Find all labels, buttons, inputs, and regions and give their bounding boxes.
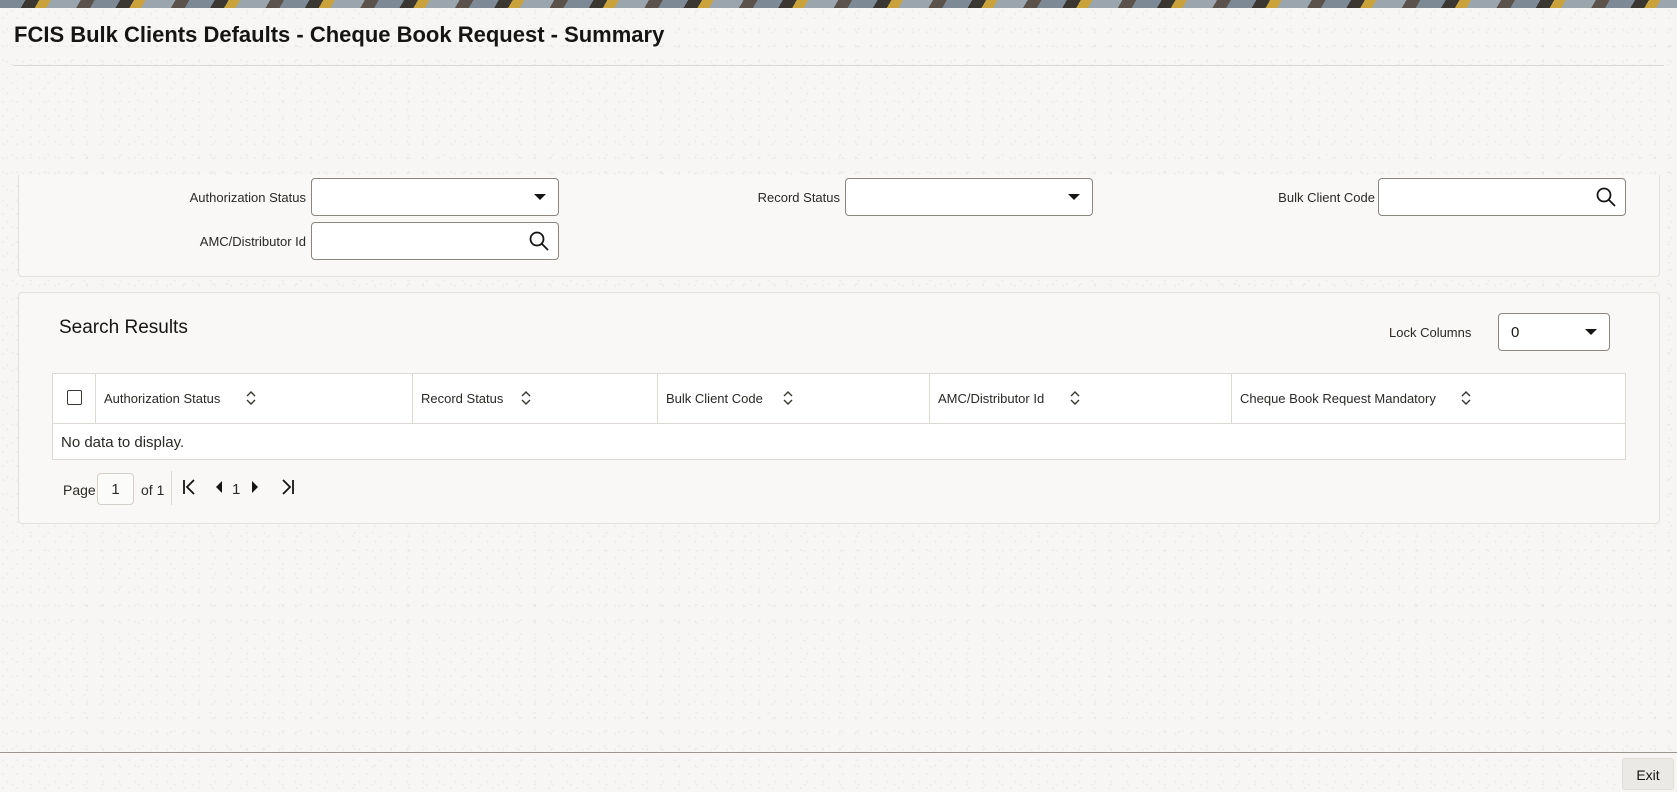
bulk-client-code-label: Bulk Client Code bbox=[1278, 190, 1375, 205]
header-banner bbox=[0, 0, 1677, 8]
record-status-select[interactable] bbox=[845, 178, 1093, 216]
footer-divider bbox=[0, 752, 1677, 753]
title-divider bbox=[14, 65, 1664, 66]
column-header-label: Cheque Book Request Mandatory bbox=[1240, 391, 1436, 406]
search-criteria-panel: Authorization Status Record Status Bulk … bbox=[18, 175, 1660, 277]
empty-table-message: No data to display. bbox=[61, 434, 185, 451]
page-label: Page bbox=[63, 482, 96, 498]
table-header-row: Authorization Status Record Status Bulk … bbox=[53, 374, 1625, 424]
column-header-label: Bulk Client Code bbox=[666, 391, 763, 406]
lock-columns-label: Lock Columns bbox=[1389, 325, 1472, 340]
authorization-status-label: Authorization Status bbox=[189, 190, 306, 205]
column-header-bulk-client-code[interactable]: Bulk Client Code bbox=[658, 374, 930, 424]
column-header-authorization-status[interactable]: Authorization Status bbox=[96, 374, 413, 424]
results-table: Authorization Status Record Status Bulk … bbox=[52, 373, 1626, 460]
sort-icon[interactable] bbox=[1070, 391, 1080, 405]
pagination-divider bbox=[171, 471, 172, 505]
amc-distributor-id-label: AMC/Distributor Id bbox=[199, 234, 306, 249]
page-count-label: of 1 bbox=[141, 482, 165, 498]
record-status-label: Record Status bbox=[757, 190, 840, 205]
search-results-panel: Search Results Lock Columns 0 Authorizat… bbox=[18, 292, 1660, 524]
column-header-amc-distributor-id[interactable]: AMC/Distributor Id bbox=[930, 374, 1232, 424]
lock-columns-select[interactable]: 0 bbox=[1498, 313, 1610, 351]
chevron-down-icon bbox=[1585, 329, 1597, 335]
sort-icon[interactable] bbox=[783, 391, 793, 405]
search-results-title: Search Results bbox=[59, 317, 188, 338]
column-header-label: AMC/Distributor Id bbox=[938, 391, 1045, 406]
next-page-icon[interactable] bbox=[245, 477, 265, 497]
select-all-column bbox=[53, 374, 96, 424]
last-page-icon[interactable] bbox=[278, 477, 298, 497]
pagination: Page 1 of 1 1 bbox=[63, 471, 363, 505]
lock-columns-value: 0 bbox=[1511, 324, 1520, 341]
chevron-down-icon bbox=[1068, 194, 1080, 200]
search-icon[interactable] bbox=[1595, 186, 1617, 208]
sort-icon[interactable] bbox=[246, 391, 256, 405]
previous-page-icon[interactable] bbox=[209, 477, 229, 497]
column-header-label: Authorization Status bbox=[104, 391, 221, 406]
authorization-status-select[interactable] bbox=[311, 178, 559, 216]
column-header-record-status[interactable]: Record Status bbox=[413, 374, 658, 424]
column-header-label: Record Status bbox=[421, 391, 504, 406]
search-icon[interactable] bbox=[528, 230, 550, 252]
bulk-client-code-input[interactable] bbox=[1378, 178, 1626, 216]
amc-distributor-id-input[interactable] bbox=[311, 222, 559, 260]
sort-icon[interactable] bbox=[1461, 391, 1471, 405]
first-page-icon[interactable] bbox=[179, 477, 199, 497]
page-number-input[interactable]: 1 bbox=[97, 473, 134, 505]
column-header-cheque-book-request-mandatory[interactable]: Cheque Book Request Mandatory bbox=[1232, 374, 1626, 424]
current-page-number: 1 bbox=[232, 481, 241, 498]
select-all-checkbox[interactable] bbox=[67, 390, 82, 405]
chevron-down-icon bbox=[534, 194, 546, 200]
sort-icon[interactable] bbox=[521, 391, 531, 405]
exit-button[interactable]: Exit bbox=[1622, 758, 1674, 790]
page-title: FCIS Bulk Clients Defaults - Cheque Book… bbox=[14, 22, 665, 47]
